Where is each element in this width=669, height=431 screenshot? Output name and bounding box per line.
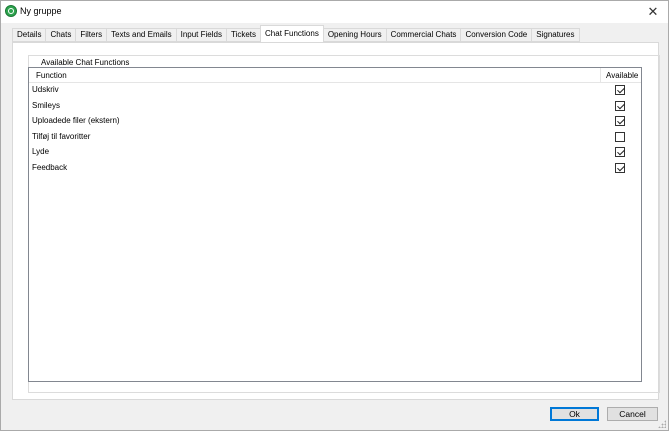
available-checkbox[interactable] xyxy=(615,100,625,111)
resize-grip-icon[interactable] xyxy=(658,420,666,428)
tab-strip: Details Chats Filters Texts and Emails Input… xyxy=(12,25,580,42)
available-checkbox[interactable] xyxy=(615,116,625,126)
tab-chat-functions[interactable]: Chat Functions xyxy=(260,25,324,42)
chat-functions-list[interactable]: Function Available Udskriv Smileys Uploade… xyxy=(28,67,642,382)
tab-commercial-chats[interactable]: Commercial Chats xyxy=(385,28,461,42)
list-item[interactable]: Lyde xyxy=(29,145,641,161)
list-item[interactable]: Udskriv xyxy=(29,83,641,99)
tab-chats[interactable]: Chats xyxy=(45,28,76,42)
list-body: Udskriv Smileys Uploadede filer (ekstern) T… xyxy=(29,83,641,176)
column-header-function[interactable]: Function xyxy=(36,71,67,80)
list-item[interactable]: Smileys xyxy=(29,99,641,115)
tab-conversion-code[interactable]: Conversion Code xyxy=(460,28,532,42)
tab-filters[interactable]: Filters xyxy=(75,28,107,42)
list-item[interactable]: Feedback xyxy=(29,161,641,177)
tab-tickets[interactable]: Tickets xyxy=(225,28,261,42)
window-title: Ny gruppe xyxy=(20,6,62,16)
column-header-available[interactable]: Available xyxy=(606,71,638,80)
group-label: Available Chat Functions xyxy=(39,58,132,67)
tab-opening-hours[interactable]: Opening Hours xyxy=(323,28,386,42)
dialog-window: Ny gruppe ✕ Details Chats Filters Texts and… xyxy=(0,0,669,431)
function-name: Lyde xyxy=(32,147,50,156)
column-divider[interactable] xyxy=(600,68,601,83)
function-name: Udskriv xyxy=(32,85,59,94)
available-checkbox[interactable] xyxy=(615,85,625,95)
list-item[interactable]: Tilføj til favoritter xyxy=(29,130,641,146)
available-checkbox[interactable] xyxy=(615,131,625,142)
list-header: Function Available xyxy=(29,68,641,83)
ok-button[interactable]: Ok xyxy=(550,407,599,421)
tab-input-fields[interactable]: Input Fields xyxy=(175,28,226,42)
available-checkbox[interactable] xyxy=(615,162,625,173)
title-bar: Ny gruppe ✕ xyxy=(1,1,668,23)
tab-details[interactable]: Details xyxy=(12,28,46,42)
list-item[interactable]: Uploadede filer (ekstern) xyxy=(29,114,641,130)
tab-texts-and-emails[interactable]: Texts and Emails xyxy=(106,28,176,42)
function-name: Tilføj til favoritter xyxy=(32,131,91,141)
tab-signatures[interactable]: Signatures xyxy=(531,28,580,42)
available-checkbox[interactable] xyxy=(615,147,625,157)
app-logo-icon xyxy=(5,5,17,17)
function-name: Feedback xyxy=(32,162,68,172)
cancel-button[interactable]: Cancel xyxy=(607,407,658,421)
function-name: Uploadede filer (ekstern) xyxy=(32,116,120,125)
function-name: Smileys xyxy=(32,100,61,110)
close-icon[interactable]: ✕ xyxy=(638,1,668,23)
